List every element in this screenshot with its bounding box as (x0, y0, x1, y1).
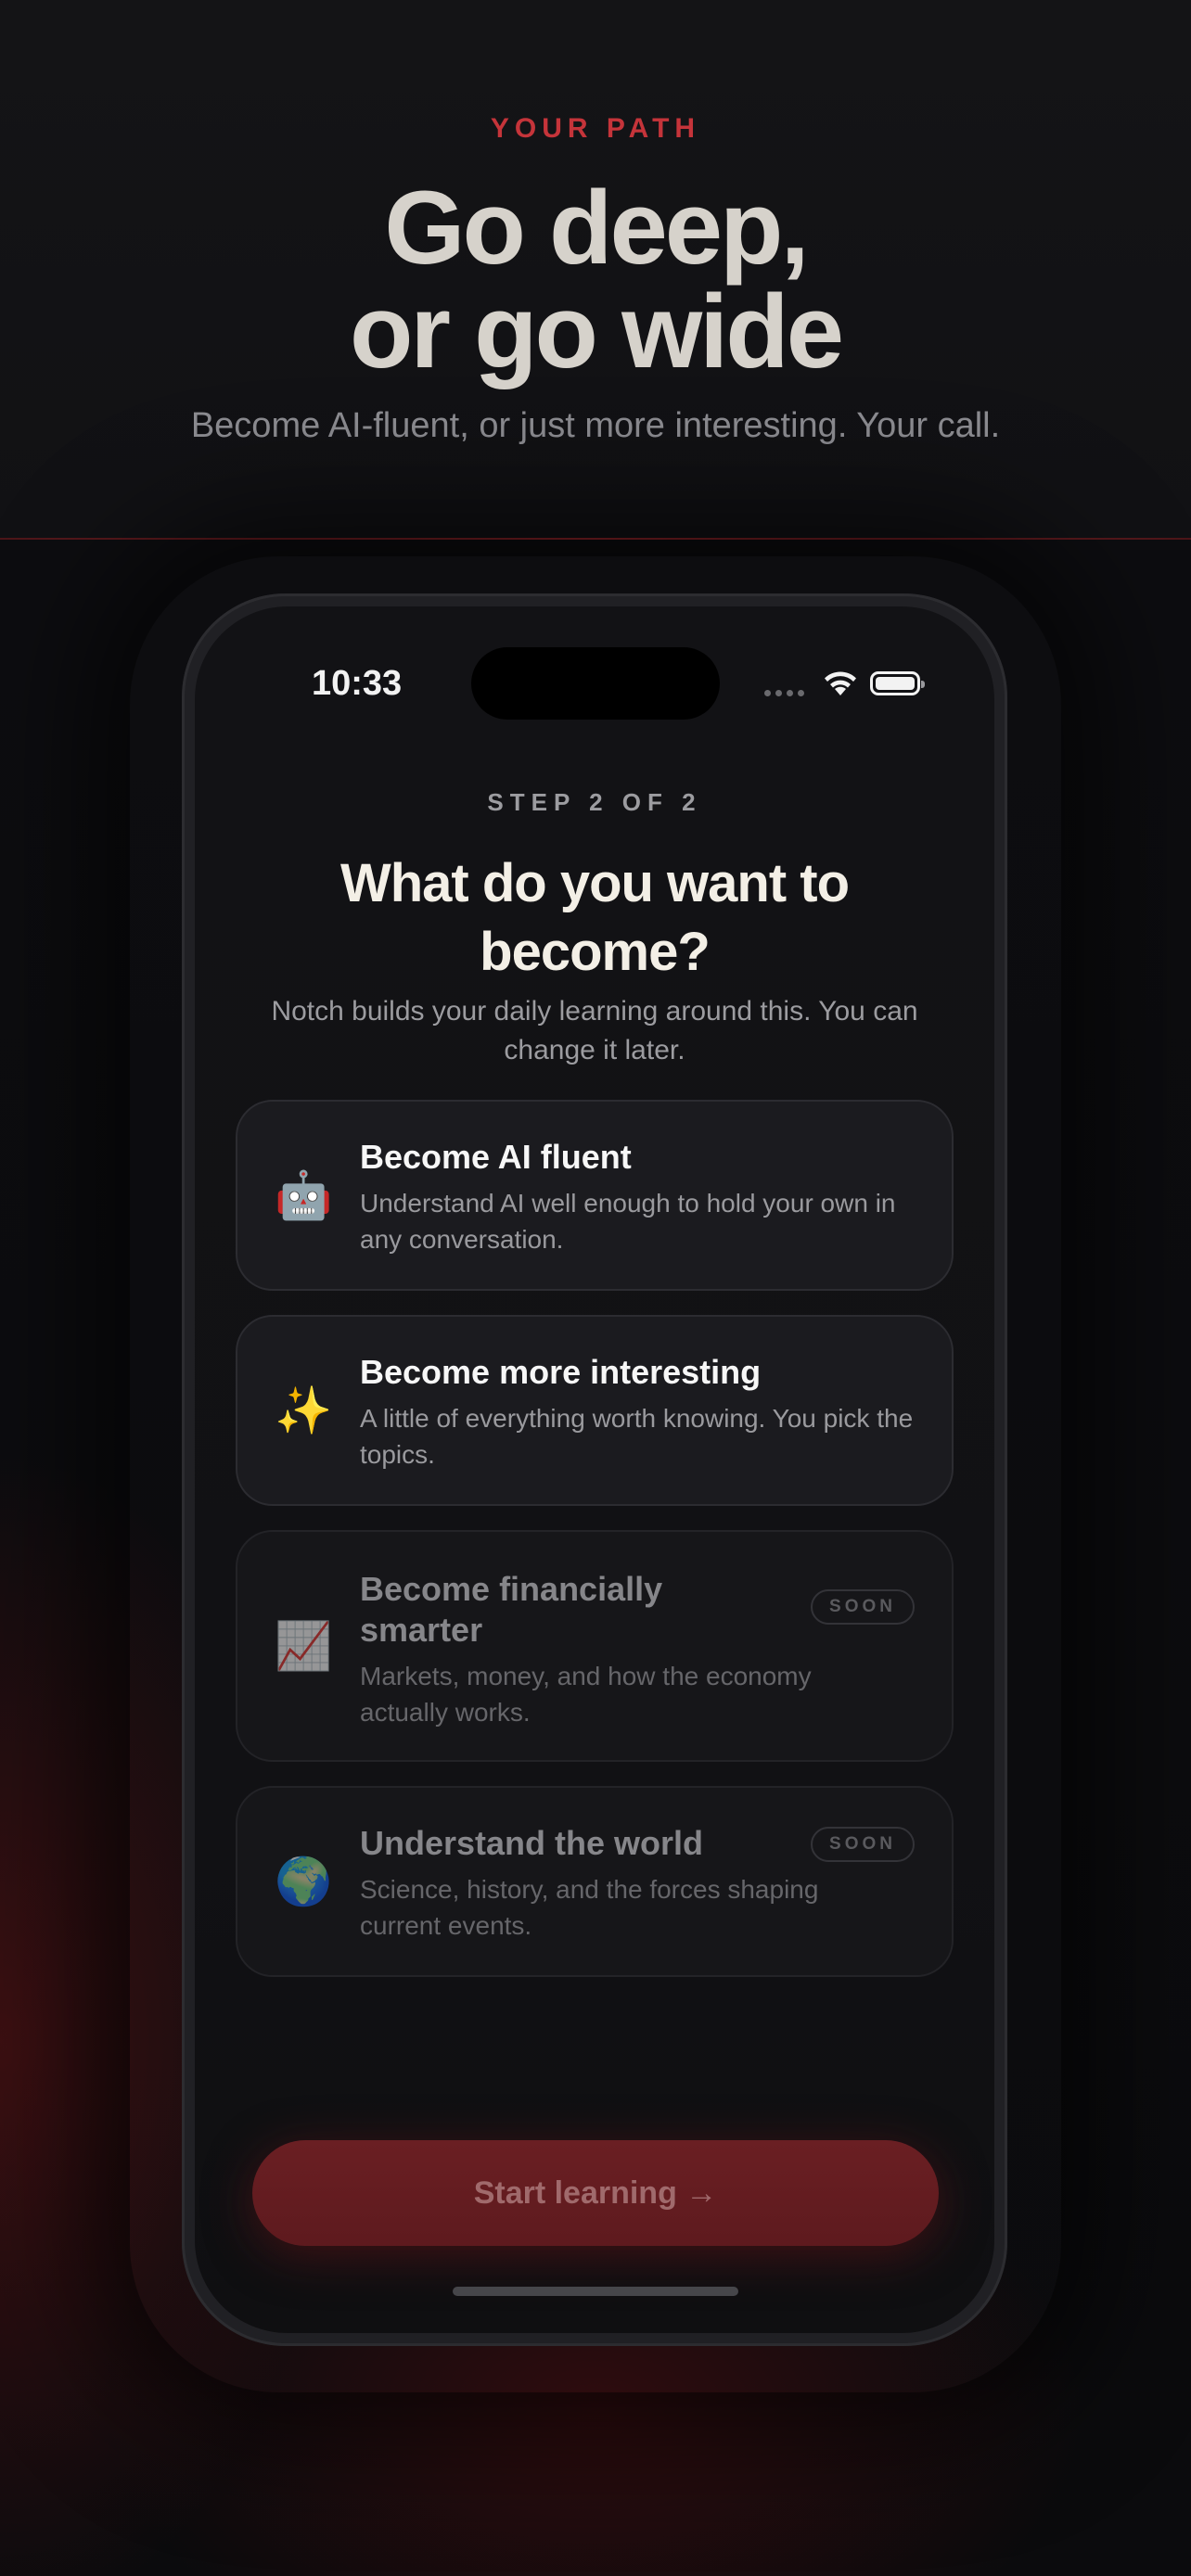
option-text: Become AI fluent Understand AI well enou… (360, 1137, 915, 1257)
signal-dots-icon (764, 690, 804, 696)
phone-screen: 10:33 STEP 2 OF 2 What do you want to be… (195, 606, 994, 2333)
status-time: 10:33 (312, 664, 403, 703)
header-divider (0, 538, 1191, 540)
globe-icon: 🌍 (275, 1855, 333, 1907)
question-title-line-1: What do you want to (339, 853, 850, 913)
question-subtitle: Notch builds your daily learning around … (271, 996, 918, 1065)
option-description: Markets, money, and how the economy actu… (360, 1662, 812, 1727)
option-text: Understand the world Science, history, a… (360, 1823, 818, 1944)
option-title: Become financially smarter (360, 1570, 663, 1649)
option-title: Become more interesting (360, 1353, 762, 1391)
page-header: YOUR PATH Go deep, or go wide Become AI-… (0, 0, 1191, 538)
option-title: Become AI fluent (360, 1138, 632, 1176)
start-learning-button[interactable]: Start learning → (252, 2140, 939, 2246)
option-description: Science, history, and the forces shaping… (360, 1875, 819, 1940)
eyebrow-label: YOUR PATH (490, 113, 701, 144)
wifi-icon (825, 671, 856, 695)
soon-badge: SOON (811, 1827, 915, 1862)
option-description: Understand AI well enough to hold your o… (360, 1189, 896, 1254)
page-title-line-1: Go deep, (384, 170, 809, 286)
robot-icon: 🤖 (275, 1169, 333, 1221)
battery-icon (870, 671, 925, 695)
chart-increasing-icon: 📈 (275, 1620, 333, 1672)
page-title-line-2: or go wide (350, 274, 844, 389)
sparkles-icon: ✨ (275, 1384, 333, 1436)
step-indicator: STEP 2 OF 2 (487, 788, 702, 816)
option-card-understand-world: 🌍 Understand the world Science, history,… (236, 1786, 954, 1977)
option-text: Become more interesting A little of ever… (360, 1352, 915, 1473)
question-title: What do you want to become? (195, 849, 994, 987)
option-card-financially-smarter: 📈 Become financially smarter Markets, mo… (236, 1530, 954, 1762)
option-card-ai-fluent[interactable]: 🤖 Become AI fluent Understand AI well en… (236, 1100, 954, 1291)
option-card-more-interesting[interactable]: ✨ Become more interesting A little of ev… (236, 1315, 954, 1506)
question-title-line-2: become? (480, 922, 711, 982)
option-title: Understand the world (360, 1824, 704, 1862)
option-text: Become financially smarter Markets, mone… (360, 1569, 812, 1730)
page-subtitle: Become AI-fluent, or just more interesti… (190, 406, 1001, 445)
page-title: Go deep, or go wide (0, 176, 1191, 384)
phone-frame: 10:33 STEP 2 OF 2 What do you want to be… (182, 593, 1007, 2346)
option-description: A little of everything worth knowing. Yo… (360, 1404, 914, 1469)
dynamic-island (471, 647, 720, 720)
home-indicator[interactable] (453, 2287, 738, 2296)
battery-level (876, 677, 915, 690)
soon-badge: SOON (811, 1589, 915, 1625)
